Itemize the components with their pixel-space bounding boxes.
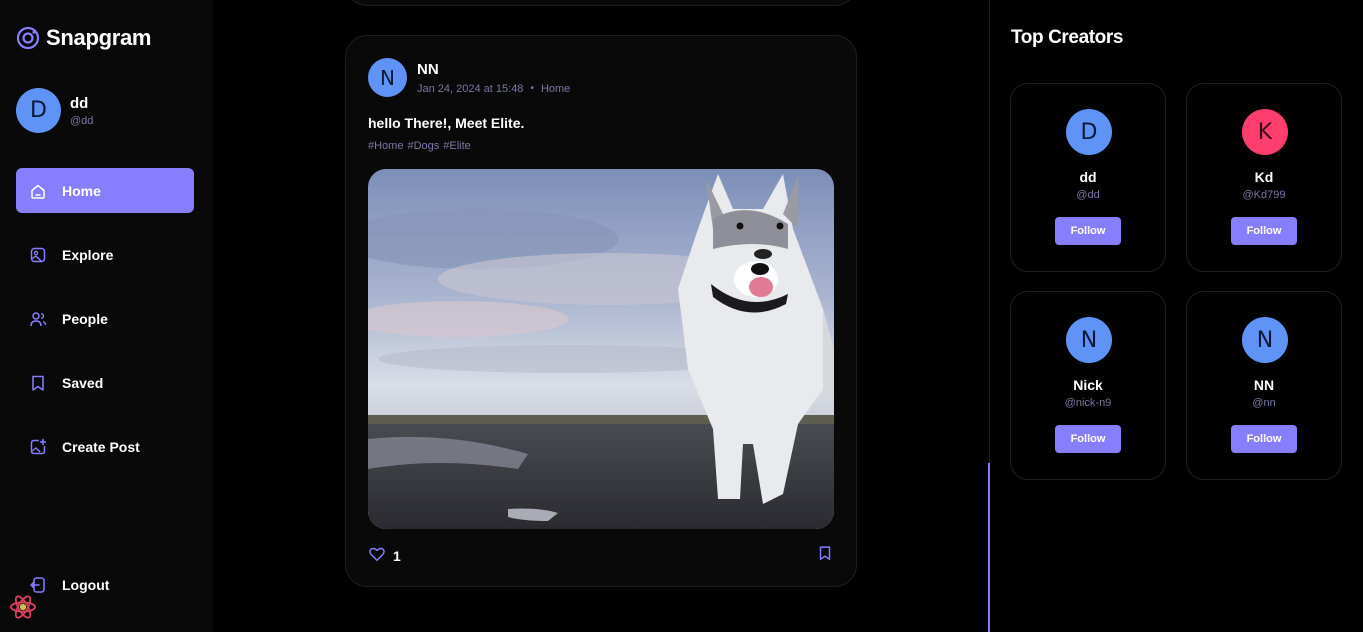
follow-button[interactable]: Follow: [1231, 217, 1297, 245]
creator-handle: @nick-n9: [1064, 397, 1112, 409]
heart-icon[interactable]: [368, 545, 386, 566]
profile-name: dd: [70, 94, 89, 112]
nav-item-people[interactable]: People: [16, 296, 194, 341]
avatar: D: [16, 88, 61, 133]
top-creators-title: Top Creators: [1011, 27, 1124, 48]
previous-post-card: [345, 0, 857, 6]
creator-avatar: K: [1242, 109, 1288, 155]
follow-button[interactable]: Follow: [1231, 425, 1297, 453]
left-sidebar: Snapgram D dd @dd Home Explore People Sa…: [0, 0, 213, 632]
post-caption: hello There!, Meet Elite.: [368, 115, 525, 131]
post-tag: #Home: [368, 140, 404, 152]
home-icon: [28, 181, 48, 201]
post-actions: 1: [368, 544, 834, 567]
follow-button[interactable]: Follow: [1055, 425, 1121, 453]
wallpaper-icon: [28, 245, 48, 265]
nav-item-saved[interactable]: Saved: [16, 360, 194, 405]
creator-card[interactable]: N Nick @nick-n9 Follow: [1010, 291, 1166, 480]
separator-dot: •: [530, 83, 534, 94]
post-meta: Jan 24, 2024 at 15:48 • Home: [417, 83, 570, 95]
post-author-name[interactable]: NN: [417, 61, 570, 78]
post-tag: #Dogs: [407, 140, 440, 152]
profile-handle: @dd: [70, 114, 94, 127]
nav-item-label: Saved: [62, 374, 104, 391]
nav-item-explore[interactable]: Explore: [16, 232, 194, 277]
creator-card[interactable]: N NN @nn Follow: [1186, 291, 1342, 480]
profile-link[interactable]: D dd @dd: [16, 88, 93, 133]
main-nav: Home Explore People Saved Create Post: [16, 168, 194, 488]
snapgram-logo-icon: [16, 26, 40, 50]
bookmark-icon: [28, 373, 48, 393]
people-icon: [28, 309, 48, 329]
creator-handle: @dd: [1076, 189, 1100, 201]
creator-name: dd: [1079, 169, 1097, 185]
post-card: N NN Jan 24, 2024 at 15:48 • Home hello …: [345, 35, 857, 587]
react-devtools-icon[interactable]: [8, 592, 38, 622]
creator-handle: @nn: [1252, 397, 1276, 409]
like-count: 1: [393, 547, 401, 564]
logout-button[interactable]: Logout: [16, 562, 194, 607]
creator-avatar: N: [1242, 317, 1288, 363]
creator-card[interactable]: K Kd @Kd799 Follow: [1186, 83, 1342, 272]
creator-name: Nick: [1073, 377, 1103, 393]
app: Snapgram D dd @dd Home Explore People Sa…: [0, 0, 1363, 632]
post-image[interactable]: [368, 169, 834, 529]
creator-handle: @Kd799: [1242, 189, 1286, 201]
logout-section: Logout: [16, 562, 194, 626]
follow-button[interactable]: Follow: [1055, 217, 1121, 245]
nav-item-label: Explore: [62, 246, 114, 263]
post-header: N NN Jan 24, 2024 at 15:48 • Home: [368, 58, 570, 97]
post-location: Home: [540, 82, 571, 95]
nav-item-label: Home: [62, 182, 101, 199]
creator-avatar: N: [1066, 317, 1112, 363]
save-post-bookmark-icon[interactable]: [816, 544, 834, 567]
right-panel: Top Creators D dd @dd Follow K Kd @Kd799…: [990, 0, 1363, 632]
creator-name: Kd: [1254, 169, 1274, 185]
nav-item-create-post[interactable]: Create Post: [16, 424, 194, 469]
creator-avatar: D: [1066, 109, 1112, 155]
post-author-avatar[interactable]: N: [368, 58, 407, 97]
brand-name: Snapgram: [46, 25, 152, 50]
nav-item-home[interactable]: Home: [16, 168, 194, 213]
brand-logo-link[interactable]: Snapgram: [16, 25, 151, 51]
like-group: 1: [368, 545, 401, 566]
creator-card[interactable]: D dd @dd Follow: [1010, 83, 1166, 272]
gallery-add-icon: [28, 437, 48, 457]
post-tags: #Home #Dogs #Elite: [368, 140, 471, 152]
post-tag: #Elite: [443, 140, 471, 152]
nav-item-label: Create Post: [62, 438, 140, 455]
nav-item-label: People: [62, 310, 108, 327]
creator-name: NN: [1253, 377, 1275, 393]
logout-label: Logout: [62, 576, 110, 593]
post-date: Jan 24, 2024 at 15:48: [417, 82, 524, 95]
